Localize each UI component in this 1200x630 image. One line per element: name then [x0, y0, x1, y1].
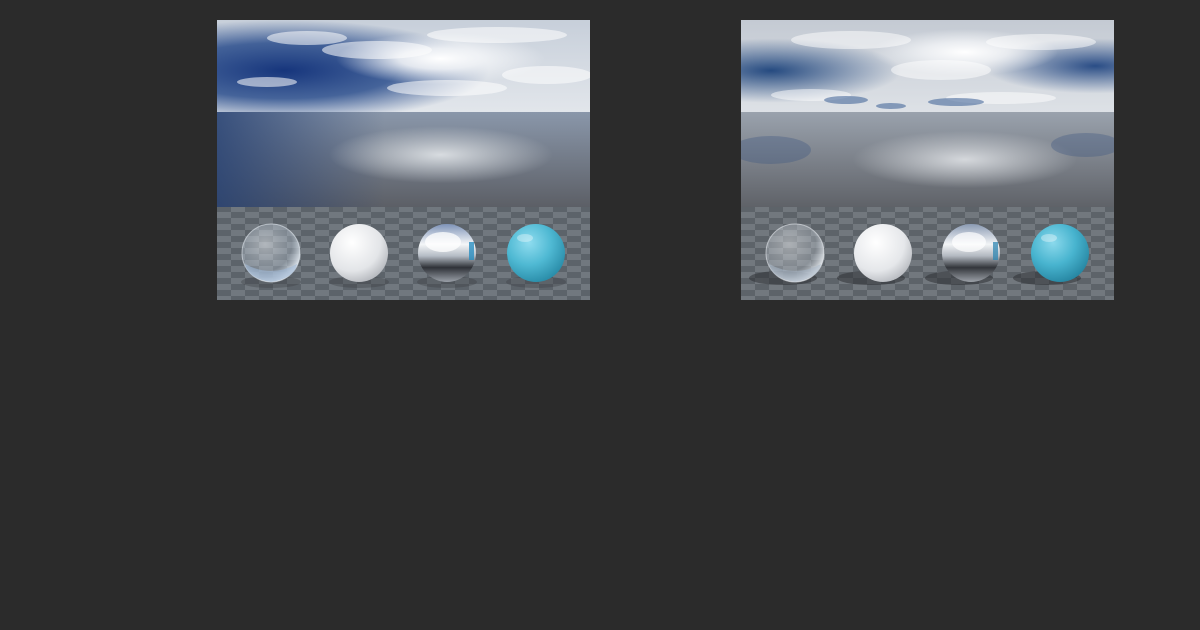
glossy-cyan-sphere [1031, 224, 1089, 282]
glossy-cyan-sphere [507, 224, 565, 282]
hdri-preview-image[interactable] [741, 20, 1114, 300]
hdri-gallery [0, 0, 1200, 630]
hdri-render-scene [741, 20, 1114, 300]
diffuse-white-sphere [330, 224, 388, 282]
diffuse-white-sphere [854, 224, 912, 282]
hdri-render-scene [217, 20, 590, 300]
hdri-preview-image[interactable] [217, 20, 590, 300]
